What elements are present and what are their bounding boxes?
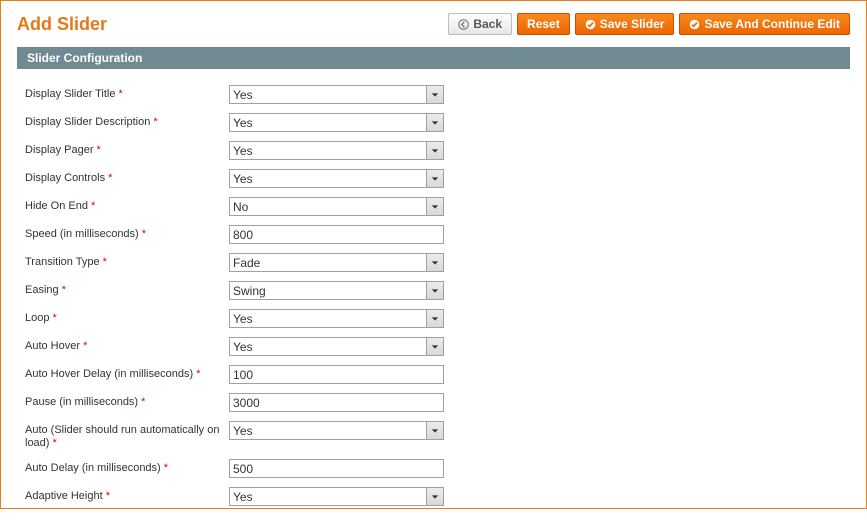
required-marker: *: [49, 312, 56, 324]
auto-delay-label: Auto Delay (in milliseconds): [25, 462, 161, 474]
page-title: Add Slider: [17, 14, 448, 35]
display-desc-label: Display Slider Description: [25, 116, 150, 128]
save-continue-button[interactable]: Save And Continue Edit: [679, 13, 850, 35]
auto-hover-delay-label: Auto Hover Delay (in milliseconds): [25, 368, 193, 380]
required-marker: *: [88, 200, 95, 212]
check-icon: [585, 19, 596, 30]
reset-button[interactable]: Reset: [517, 13, 570, 35]
auto-hover-label: Auto Hover: [25, 340, 80, 352]
required-marker: *: [59, 284, 66, 296]
display-controls-label: Display Controls: [25, 172, 105, 184]
required-marker: *: [105, 172, 112, 184]
reset-button-label: Reset: [527, 17, 560, 31]
required-marker: *: [150, 116, 157, 128]
speed-label: Speed (in milliseconds): [25, 228, 139, 240]
back-button-label: Back: [473, 17, 502, 31]
section-title: Slider Configuration: [17, 47, 850, 69]
required-marker: *: [103, 490, 110, 502]
required-marker: *: [100, 256, 107, 268]
transition-label: Transition Type: [25, 256, 100, 268]
auto-delay-input[interactable]: [229, 459, 444, 478]
easing-label: Easing: [25, 284, 59, 296]
loop-select[interactable]: Yes: [229, 309, 444, 328]
required-marker: *: [93, 144, 100, 156]
required-marker: *: [193, 368, 200, 380]
save-button-label: Save Slider: [600, 17, 665, 31]
required-marker: *: [139, 228, 146, 240]
required-marker: *: [115, 88, 122, 100]
display-pager-label: Display Pager: [25, 144, 93, 156]
auto-run-select[interactable]: Yes: [229, 421, 444, 440]
speed-input[interactable]: [229, 225, 444, 244]
easing-select[interactable]: Swing: [229, 281, 444, 300]
save-button[interactable]: Save Slider: [575, 13, 675, 35]
display-pager-select[interactable]: Yes: [229, 141, 444, 160]
adaptive-height-select[interactable]: Yes: [229, 487, 444, 506]
auto-hover-delay-input[interactable]: [229, 365, 444, 384]
back-icon: [458, 19, 469, 30]
required-marker: *: [161, 462, 168, 474]
display-controls-select[interactable]: Yes: [229, 169, 444, 188]
auto-hover-select[interactable]: Yes: [229, 337, 444, 356]
required-marker: *: [49, 437, 56, 449]
required-marker: *: [138, 396, 145, 408]
transition-select[interactable]: Fade: [229, 253, 444, 272]
pause-input[interactable]: [229, 393, 444, 412]
required-marker: *: [80, 340, 87, 352]
loop-label: Loop: [25, 312, 49, 324]
hide-on-end-select[interactable]: No: [229, 197, 444, 216]
hide-on-end-label: Hide On End: [25, 200, 88, 212]
back-button[interactable]: Back: [448, 13, 512, 35]
check-icon: [689, 19, 700, 30]
display-desc-select[interactable]: Yes: [229, 113, 444, 132]
pause-label: Pause (in milliseconds): [25, 396, 138, 408]
display-title-label: Display Slider Title: [25, 88, 115, 100]
adaptive-height-label: Adaptive Height: [25, 490, 103, 502]
display-title-select[interactable]: Yes: [229, 85, 444, 104]
save-continue-button-label: Save And Continue Edit: [704, 17, 840, 31]
